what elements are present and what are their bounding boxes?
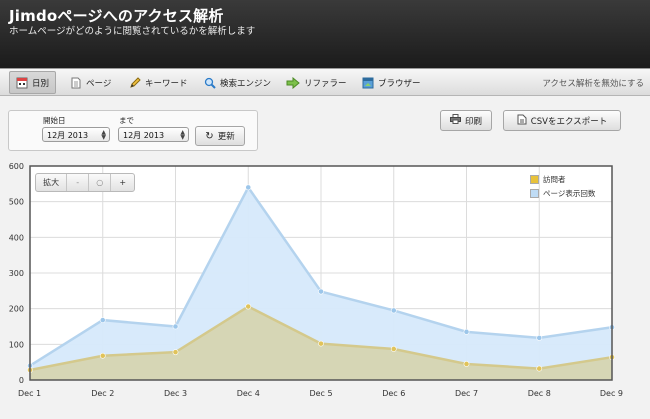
print-button[interactable]: 印刷 — [440, 110, 492, 131]
tab-label: リファラー — [304, 78, 347, 89]
y-tick-label: 0 — [19, 376, 24, 385]
zoom-label: 拡大 — [36, 174, 68, 191]
data-point — [245, 303, 252, 310]
update-button[interactable]: ↻ 更新 — [195, 126, 245, 146]
data-point — [463, 328, 470, 335]
data-point — [318, 288, 324, 295]
stepper-arrows-icon: ▲ ▼ — [101, 129, 106, 141]
x-tick-label: Dec 1 — [18, 389, 41, 398]
data-point — [172, 349, 179, 356]
y-tick-label: 300 — [9, 269, 24, 278]
chart-legend: 訪問者 ページ表示回数 — [530, 172, 610, 200]
legend-swatch — [530, 188, 539, 198]
legend-item-pageviews: ページ表示回数 — [530, 186, 610, 200]
end-date-label: まで — [119, 116, 134, 125]
data-point — [99, 317, 106, 323]
x-tick-label: Dec 7 — [455, 389, 478, 398]
x-tick-label: Dec 4 — [237, 389, 260, 398]
tab-keywords[interactable]: キーワード — [129, 71, 188, 94]
zoom-reset-button[interactable]: ○ — [89, 174, 112, 191]
tab-label: ブラウザー — [378, 78, 421, 89]
tab-label: 日別 — [32, 78, 50, 89]
x-tick-label: Dec 5 — [309, 389, 332, 398]
y-tick-label: 600 — [9, 162, 24, 171]
start-date-label: 開始日 — [43, 116, 66, 125]
data-point — [318, 340, 324, 347]
date-filter-panel: 開始日 まで 12月 2013 ▲ ▼ 12月 2013 ▲ ▼ ↻ 更新 — [8, 110, 258, 151]
zoom-out-button[interactable]: - — [67, 174, 89, 191]
data-point — [172, 323, 179, 330]
zoom-control: 拡大 - ○ + — [35, 173, 135, 192]
y-tick-label: 500 — [9, 198, 24, 207]
data-point — [245, 184, 252, 191]
x-tick-label: Dec 6 — [382, 389, 405, 398]
pencil-icon — [129, 76, 141, 89]
refresh-icon: ↻ — [205, 130, 214, 142]
x-tick-label: Dec 8 — [528, 389, 551, 398]
y-tick-label: 100 — [9, 340, 24, 349]
arrow-icon — [286, 76, 300, 89]
disable-analytics-link[interactable]: アクセス解析を無効にする — [542, 77, 644, 89]
data-point — [99, 352, 106, 359]
data-point — [536, 365, 543, 372]
data-point — [390, 307, 397, 314]
tab-pages[interactable]: ページ — [70, 71, 111, 94]
csv-export-button[interactable]: CSVをエクスポート — [503, 110, 621, 131]
tab-browsers[interactable]: ブラウザー — [362, 71, 421, 94]
magnifier-icon — [204, 77, 216, 89]
legend-item-visitors: 訪問者 — [530, 172, 610, 186]
zoom-in-button[interactable]: + — [111, 174, 134, 191]
export-icon — [517, 114, 527, 128]
x-tick-label: Dec 9 — [600, 389, 623, 398]
tab-daily[interactable]: 日別 — [9, 71, 57, 94]
app-header: Jimdoページへのアクセス解析 ホームページがどのように閲覧されているかを解析… — [0, 0, 650, 68]
tab-label: 検索エンジン — [220, 78, 272, 89]
tab-label: キーワード — [145, 78, 188, 89]
browser-icon — [362, 77, 374, 89]
printer-icon — [449, 114, 461, 127]
x-tick-label: Dec 2 — [91, 389, 114, 398]
data-point — [390, 346, 397, 352]
data-point — [463, 361, 470, 367]
end-date-select[interactable]: 12月 2013 ▲ ▼ — [118, 127, 189, 142]
x-tick-label: Dec 3 — [164, 389, 187, 398]
tab-search-engines[interactable]: 検索エンジン — [204, 71, 271, 94]
page-subtitle: ホームページがどのように閲覧されているかを解析します — [9, 26, 256, 37]
tab-label: ページ — [86, 78, 112, 89]
page-icon — [70, 77, 82, 89]
y-tick-label: 400 — [9, 233, 24, 242]
legend-swatch — [530, 174, 539, 184]
y-tick-label: 200 — [9, 305, 24, 314]
stepper-arrows-icon: ▲ ▼ — [180, 129, 185, 141]
tab-bar: 日別 ページ キーワード 検索エンジン リファラー ブラウザー アクセス解析を無… — [0, 68, 650, 96]
data-point — [536, 335, 543, 341]
tab-referrers[interactable]: リファラー — [286, 71, 347, 94]
calendar-icon — [16, 77, 28, 89]
start-date-select[interactable]: 12月 2013 ▲ ▼ — [42, 127, 110, 142]
